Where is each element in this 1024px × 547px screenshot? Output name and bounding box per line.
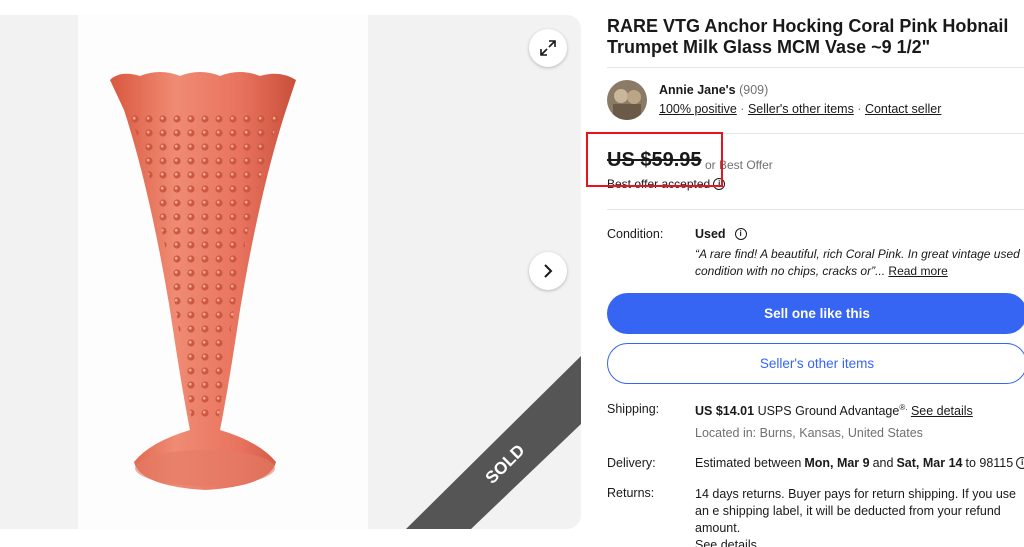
contact-seller-link[interactable]: Contact seller [865, 102, 941, 116]
returns-see-details-link[interactable]: See details [695, 538, 757, 547]
delivery-prefix: Estimated between [695, 456, 802, 470]
seller-links: 100% positive · Seller's other items · C… [659, 102, 942, 116]
sold-ribbon: SOLD [406, 356, 581, 529]
info-icon[interactable]: i [734, 228, 747, 240]
delivery-end: Sat, Mar 14 [896, 456, 963, 470]
seller-name[interactable]: Annie Jane's [659, 83, 736, 97]
product-photo[interactable] [78, 15, 368, 529]
condition-value: Used [695, 227, 726, 241]
listing-title: RARE VTG Anchor Hocking Coral Pink Hobna… [607, 16, 1009, 57]
next-image-button[interactable] [529, 252, 567, 290]
seller-feedback-count: (909) [739, 83, 769, 97]
seller-other-items-button[interactable]: Seller's other items [607, 343, 1024, 384]
returns-value: 14 days returns. Buyer pays for return s… [695, 486, 1024, 547]
condition-description: “A rare find! A beautiful, rich Coral Pi… [695, 246, 1024, 280]
chevron-right-icon [544, 264, 553, 278]
item-location: Located in: Burns, Kansas, United States [695, 426, 923, 440]
condition-label: Condition: [607, 227, 664, 241]
listing-details: RARE VTG Anchor Hocking Coral Pink Hobna… [586, 0, 1024, 547]
shipping-service: USPS Ground Advantage [757, 404, 900, 419]
expand-icon [540, 40, 556, 56]
sell-one-like-this-button[interactable]: Sell one like this [607, 293, 1024, 334]
seller-avatar[interactable] [607, 80, 647, 120]
vase-image [110, 72, 296, 490]
info-icon[interactable]: i [1016, 457, 1024, 469]
shipping-value: US $14.01 USPS Ground Advantage®. See de… [695, 403, 973, 418]
shipping-see-details-link[interactable]: See details [911, 404, 973, 418]
condition-quote: “A rare find! A beautiful, rich Coral Pi… [695, 247, 1020, 278]
expand-button[interactable] [529, 29, 567, 67]
shipping-price: US $14.01 [695, 404, 755, 419]
seller-other-items-link[interactable]: Seller's other items [748, 102, 854, 116]
delivery-label: Delivery: [607, 456, 656, 470]
condition-value-row: Used i [695, 227, 747, 241]
delivery-zip: to 98115 [965, 456, 1014, 470]
delivery-value: Estimated between Mon, Mar 9 and Sat, Ma… [695, 456, 1024, 470]
read-more-link[interactable]: Read more [888, 264, 947, 278]
returns-label: Returns: [607, 486, 655, 500]
shipping-label: Shipping: [607, 402, 660, 416]
registered-mark: ®. [899, 403, 908, 412]
divider [607, 67, 1024, 68]
avatar-image [607, 80, 647, 120]
divider [607, 209, 1024, 210]
delivery-start: Mon, Mar 9 [804, 456, 870, 470]
returns-text: 14 days returns. Buyer pays for return s… [695, 487, 1017, 535]
seller-name-row: Annie Jane's (909) [659, 83, 768, 97]
delivery-and: and [872, 456, 894, 470]
highlight-box [586, 132, 723, 187]
image-gallery: SOLD [0, 15, 581, 529]
positive-feedback-link[interactable]: 100% positive [659, 102, 737, 116]
